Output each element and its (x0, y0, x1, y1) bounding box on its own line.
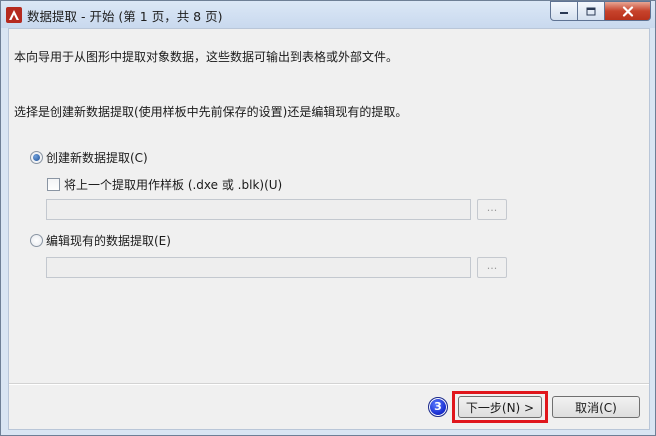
cancel-button[interactable]: 取消(C) (552, 396, 640, 418)
use-template-label[interactable]: 将上一个提取用作样板 (.dxe 或 .blk)(U) (64, 176, 282, 193)
edit-existing-radio[interactable] (30, 234, 43, 247)
step-number-badge: 3 (428, 397, 448, 417)
title-bar[interactable]: 数据提取 - 开始 (第 1 页，共 8 页) (1, 1, 655, 28)
edit-browse-button[interactable]: ... (477, 257, 507, 278)
intro-text: 本向导用于从图形中提取对象数据，这些数据可输出到表格或外部文件。 (14, 50, 399, 64)
minimize-icon (560, 12, 568, 14)
template-browse-button[interactable]: ... (477, 199, 507, 220)
maximize-icon (586, 7, 596, 15)
next-button[interactable]: 下一步(N) > (458, 396, 542, 418)
edit-path-field[interactable] (46, 257, 471, 278)
edit-existing-label[interactable]: 编辑现有的数据提取(E) (46, 232, 171, 249)
wizard-page: 本向导用于从图形中提取对象数据，这些数据可输出到表格或外部文件。 选择是创建新数… (8, 28, 650, 430)
radio-selected-dot (33, 154, 40, 161)
close-icon (622, 5, 633, 17)
create-new-radio[interactable] (30, 151, 43, 164)
choose-text: 选择是创建新数据提取(使用样板中先前保存的设置)还是编辑现有的提取。 (14, 105, 408, 119)
autocad-logo-icon (6, 7, 22, 23)
footer-divider-highlight (9, 384, 649, 385)
window-title: 数据提取 - 开始 (第 1 页，共 8 页) (27, 9, 223, 24)
create-new-label[interactable]: 创建新数据提取(C) (46, 149, 148, 166)
close-button[interactable] (604, 1, 651, 21)
minimize-button[interactable] (550, 1, 578, 21)
use-template-checkbox[interactable] (47, 178, 60, 191)
data-extraction-window: 数据提取 - 开始 (第 1 页，共 8 页) 本向导用于从图形中提取对象数据，… (0, 0, 656, 436)
template-path-field[interactable] (46, 199, 471, 220)
maximize-button[interactable] (577, 1, 605, 21)
